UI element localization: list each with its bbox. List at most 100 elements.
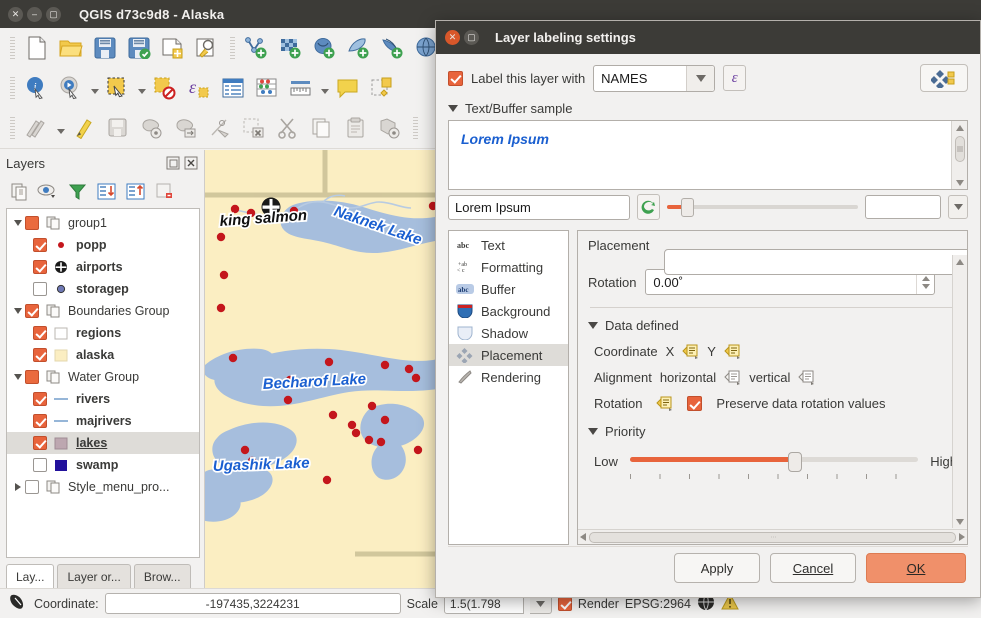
layer-visibility-checkbox[interactable] [33, 414, 47, 428]
scroll-down-icon[interactable] [955, 176, 964, 189]
sample-zoom-value-input[interactable] [865, 195, 941, 219]
add-feature-icon[interactable] [135, 112, 169, 144]
move-feature-icon[interactable] [169, 112, 203, 144]
tab-background[interactable]: Background [449, 300, 568, 322]
pane-vertical-scrollbar[interactable] [952, 255, 967, 528]
chevron-down-icon[interactable] [948, 195, 968, 219]
toolbar-grip[interactable] [228, 37, 236, 59]
data-defined-override-x-icon[interactable] [682, 344, 699, 359]
preview-vertical-scrollbar[interactable] [951, 121, 967, 189]
toolbar-grip[interactable] [8, 37, 16, 59]
new-project-icon[interactable] [20, 32, 54, 64]
add-postgis-layer-icon[interactable] [308, 32, 342, 64]
add-mssql-layer-icon[interactable] [376, 32, 410, 64]
scroll-left-icon[interactable] [580, 530, 586, 544]
collapse-triangle-icon[interactable] [448, 105, 458, 112]
priority-slider[interactable] [629, 449, 919, 479]
layer-tree-item-lakes[interactable]: lakes [7, 432, 199, 454]
delete-selected-icon[interactable] [237, 112, 271, 144]
data-defined-override-y-icon[interactable] [724, 344, 741, 359]
paste-features-icon[interactable] [339, 112, 373, 144]
expression-editor-button[interactable]: ε [723, 65, 747, 91]
layer-visibility-checkbox[interactable] [33, 436, 47, 450]
filter-legend-icon[interactable] [64, 179, 90, 203]
pane-horizontal-scrollbar[interactable] [578, 529, 967, 544]
current-edits-icon[interactable] [20, 112, 54, 144]
cancel-button[interactable]: Cancel [770, 553, 856, 583]
layer-tree-item-rivers[interactable]: rivers [7, 388, 199, 410]
layer-visibility-checkbox[interactable] [33, 238, 47, 252]
add-vector-layer-icon[interactable] [240, 32, 274, 64]
text-buffer-sample-section[interactable]: Text/Buffer sample [448, 101, 968, 116]
collapse-all-icon[interactable] [122, 179, 148, 203]
sample-text-input[interactable]: Lorem Ipsum [448, 194, 630, 220]
save-project-as-icon[interactable] [122, 32, 156, 64]
layer-tree-item-popp[interactable]: popp [7, 234, 199, 256]
add-spatialite-layer-icon[interactable] [342, 32, 376, 64]
scroll-up-icon[interactable] [956, 255, 964, 268]
slider-handle[interactable] [681, 197, 694, 217]
window-maximize-button[interactable]: ▢ [46, 6, 61, 22]
tab-layers[interactable]: Lay... [6, 564, 55, 588]
expand-collapse-icon[interactable] [11, 308, 25, 314]
tab-formatting[interactable]: +ab < c Formatting [449, 256, 568, 278]
layer-tree-item-regions[interactable]: regions [7, 322, 199, 344]
layer-visibility-checkbox[interactable] [33, 260, 47, 274]
ok-button[interactable]: OK [866, 553, 966, 583]
tab-buffer[interactable]: abc Buffer [449, 278, 568, 300]
select-features-icon[interactable] [101, 72, 135, 104]
cut-features-icon[interactable] [271, 112, 305, 144]
chevron-down-icon[interactable] [318, 73, 331, 103]
slider-handle[interactable] [788, 452, 803, 472]
layer-tree-item-majrivers[interactable]: majrivers [7, 410, 199, 432]
data-defined-section[interactable]: Data defined [588, 318, 957, 333]
priority-section[interactable]: Priority [588, 424, 957, 439]
layer-tree-group-group1[interactable]: group1 [7, 212, 199, 234]
open-field-calculator-icon[interactable]: ε [182, 72, 216, 104]
preserve-rotation-checkbox[interactable] [687, 396, 703, 411]
window-close-button[interactable]: ✕ [8, 6, 23, 22]
run-feature-action-icon[interactable] [54, 72, 88, 104]
copy-features-icon[interactable] [305, 112, 339, 144]
chevron-down-icon[interactable] [88, 73, 101, 103]
measure-line-icon[interactable] [284, 72, 318, 104]
chevron-down-icon[interactable] [686, 65, 715, 91]
tab-placement[interactable]: Placement [449, 344, 568, 366]
scroll-right-icon[interactable] [959, 530, 965, 544]
layer-tree[interactable]: group1 popp airports storagep Boundaries… [6, 208, 200, 558]
group-visibility-checkbox[interactable] [25, 480, 39, 494]
reset-sample-button[interactable] [637, 194, 660, 220]
layer-tree-item-alaska[interactable]: alaska [7, 344, 199, 366]
dialog-close-button[interactable]: ✕ [445, 30, 460, 45]
new-map-view-icon[interactable] [365, 72, 399, 104]
new-print-composer-icon[interactable] [156, 32, 190, 64]
toggle-editing-icon[interactable] [67, 112, 101, 144]
manage-map-themes-icon[interactable] [35, 179, 61, 203]
save-layer-edits-icon[interactable] [101, 112, 135, 144]
collapse-triangle-icon[interactable] [588, 428, 598, 435]
data-defined-override-vertical-icon[interactable] [798, 370, 815, 385]
automated-placement-button[interactable] [920, 64, 968, 92]
close-panel-icon[interactable] [184, 156, 198, 170]
tab-shadow[interactable]: Shadow [449, 322, 568, 344]
open-project-icon[interactable] [54, 32, 88, 64]
identify-features-icon[interactable]: i [20, 72, 54, 104]
save-project-icon[interactable] [88, 32, 122, 64]
expand-all-icon[interactable] [93, 179, 119, 203]
layer-tree-item-storagep[interactable]: storagep [7, 278, 199, 300]
scroll-down-icon[interactable] [956, 515, 964, 528]
map-tips-icon[interactable] [331, 72, 365, 104]
toolbar-grip[interactable] [411, 117, 419, 139]
dialog-maximize-button[interactable]: ▢ [464, 30, 479, 45]
tab-rendering[interactable]: Rendering [449, 366, 568, 388]
expand-collapse-icon[interactable] [11, 220, 25, 226]
layer-tree-group-water[interactable]: Water Group [7, 366, 199, 388]
data-defined-override-horizontal-icon[interactable] [724, 370, 741, 385]
toolbar-grip[interactable] [8, 117, 16, 139]
expand-collapse-icon[interactable] [11, 483, 25, 491]
apply-button[interactable]: Apply [674, 553, 760, 583]
statistical-summary-icon[interactable] [250, 72, 284, 104]
add-raster-layer-icon[interactable] [274, 32, 308, 64]
data-defined-override-rotation-icon[interactable] [656, 396, 673, 411]
tab-layer-order[interactable]: Layer or... [57, 564, 131, 588]
